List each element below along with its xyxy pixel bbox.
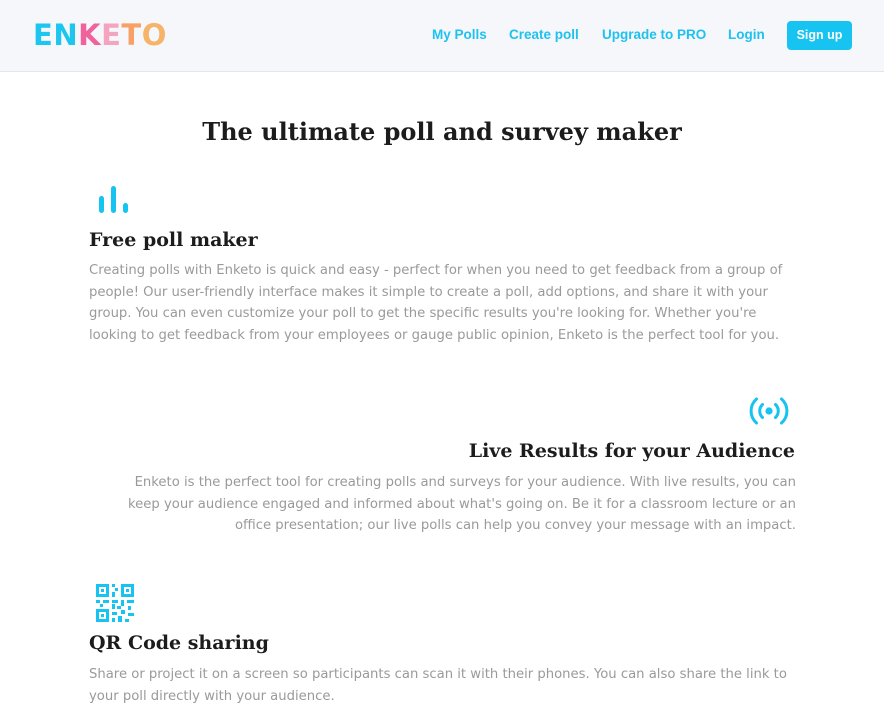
nav-upgrade-pro-link[interactable]: Upgrade to PRO	[602, 21, 706, 49]
feature-title-qr-code: QR Code sharing	[89, 632, 269, 654]
top-navbar: E N K E T O My Polls Create poll Upgrade…	[0, 0, 884, 72]
qr-code-icon	[95, 583, 135, 623]
page-title: The ultimate poll and survey maker	[202, 117, 682, 146]
feature-title-live-results: Live Results for your Audience	[468, 440, 795, 462]
bar-chart-icon	[97, 184, 131, 214]
nav-create-poll-link[interactable]: Create poll	[509, 21, 579, 49]
nav-menu: My Polls Create poll Upgrade to PRO Logi…	[0, 21, 884, 49]
feature-body-free-poll: Creating polls with Enketo is quick and …	[89, 263, 783, 343]
feature-title-free-poll: Free poll maker	[89, 229, 258, 251]
broadcast-icon	[746, 395, 792, 427]
feature-body-live-results: Enketo is the perfect tool for creating …	[127, 475, 796, 533]
nav-login-link[interactable]: Login	[728, 21, 765, 49]
nav-my-polls-link[interactable]: My Polls	[432, 21, 487, 49]
feature-body-qr-code: Share or project it on a screen so parti…	[89, 667, 787, 704]
signup-button[interactable]: Sign up	[787, 21, 852, 50]
